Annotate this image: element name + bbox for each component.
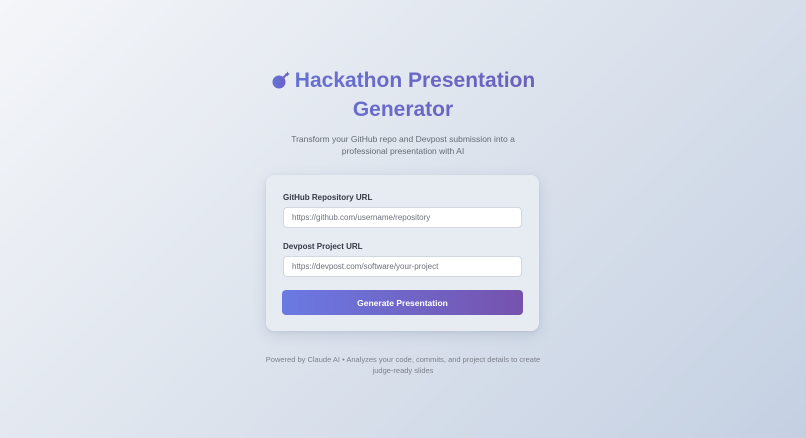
page-header: Hackathon Presentation Generator Transfo… — [0, 66, 806, 157]
generate-presentation-button[interactable]: Generate Presentation — [282, 290, 523, 315]
title-line-2: Generator — [352, 98, 454, 121]
rocket-icon — [272, 71, 290, 89]
page-footer: Powered by Claude AI • Analyzes your cod… — [0, 354, 806, 376]
devpost-url-label: Devpost Project URL — [283, 242, 363, 251]
github-url-input[interactable] — [283, 207, 522, 228]
title-line-1: Hackathon Presentation — [294, 69, 536, 92]
page-subtitle: Transform your GitHub repo and Devpost s… — [291, 134, 515, 156]
devpost-url-input[interactable] — [283, 256, 522, 277]
page-title: Hackathon Presentation Generator — [253, 66, 553, 124]
github-url-label: GitHub Repository URL — [283, 193, 373, 202]
footer-text: Powered by Claude AI • Analyzes your cod… — [265, 355, 541, 375]
presentation-form: GitHub Repository URL Devpost Project UR… — [266, 175, 539, 331]
